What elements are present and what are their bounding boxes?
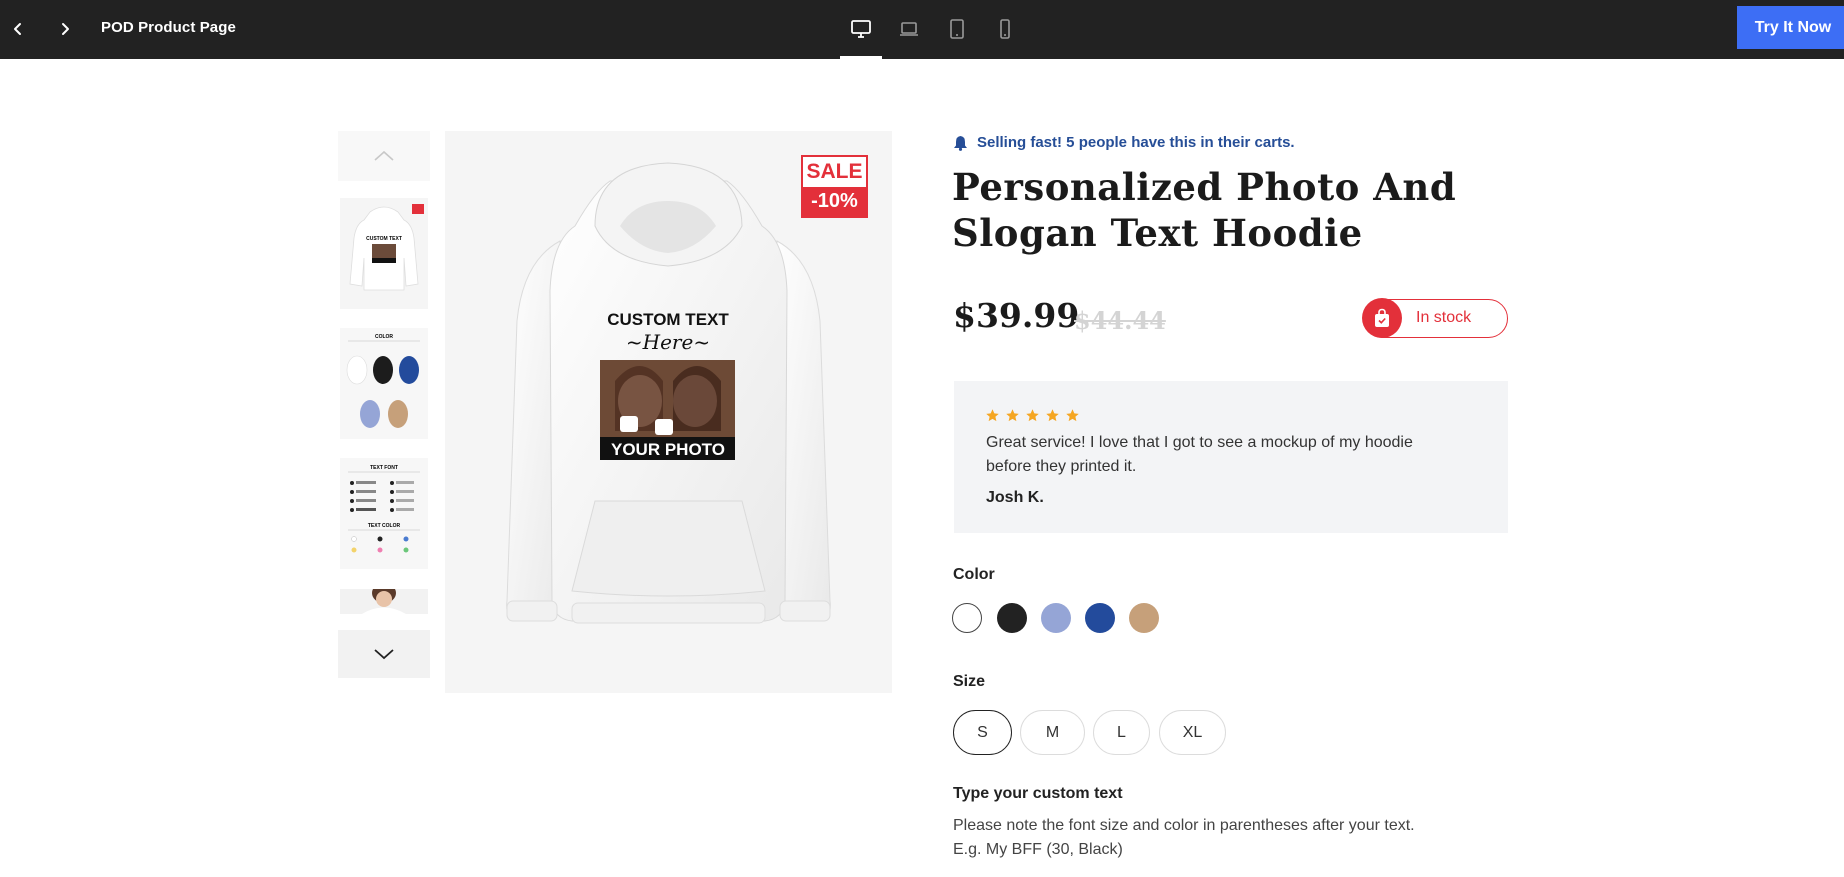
original-price: $44.44 [1074,306,1166,335]
device-desktop-button[interactable] [845,14,877,44]
custom-text-label: Type your custom text [953,785,1123,802]
color-swatch-light-blue[interactable] [1041,603,1071,633]
thumbnail-colors[interactable]: COLOR [340,328,428,439]
stock-status: In stock [1416,309,1472,326]
star-icon [1046,409,1059,422]
color-swatch-white[interactable] [952,603,982,633]
page-name: POD Product Page [101,19,236,36]
device-tablet-button[interactable] [941,14,973,44]
size-option-xl[interactable]: XL [1159,710,1226,755]
color-label: Color [953,566,995,583]
urgency-message: Selling fast! 5 people have this in thei… [953,134,1295,151]
color-swatch-light-brown[interactable] [1129,603,1159,633]
star-icon [986,409,999,422]
top-bar: POD Product Page Try It Now [0,0,1844,59]
stock-badge: In stock [1362,298,1508,338]
size-label: Size [953,673,986,690]
device-laptop-button[interactable] [893,14,925,44]
review-author: Josh K. [986,489,1044,506]
thumbnail-hoodie-image: CUSTOM TEXT [340,198,428,309]
sale-badge: SALE -10% [801,155,868,218]
current-price: $39.99 [953,296,1080,335]
thumbnails-up-button[interactable] [338,131,430,181]
rating-stars [985,408,1080,423]
custom-text-note: Please note the font size and color in p… [953,814,1473,862]
thumbnail-hoodie[interactable]: CUSTOM TEXT [340,198,428,309]
thumbnail-model-image [340,589,428,614]
mobile-icon [1000,19,1010,39]
chevron-right-icon [62,23,69,35]
thumbnail-fonts[interactable]: TEXT FONT TEXT COLOR [340,458,428,569]
desktop-icon [851,20,871,38]
forward-button[interactable] [50,14,80,44]
svg-text:TEXT FONT: TEXT FONT [370,465,398,471]
svg-text:YOUR PHOTO: YOUR PHOTO [611,440,725,459]
size-option-m[interactable]: M [1020,710,1085,755]
laptop-icon [900,22,918,36]
star-icon [1026,409,1039,422]
review-text: Great service! I love that I got to see … [986,434,1413,475]
thumbnail-model[interactable] [340,589,428,614]
svg-text:~Here~: ~Here~ [626,330,710,354]
chevron-up-icon [374,150,394,161]
chevron-left-icon [14,23,21,35]
star-icon [1066,409,1079,422]
svg-text:CUSTOM TEXT: CUSTOM TEXT [366,236,402,242]
review-card: Great service! I love that I got to see … [954,381,1508,533]
active-device-indicator [840,56,882,59]
sale-label: SALE [806,160,863,183]
chevron-down-icon [374,649,394,660]
thumbnails-down-button[interactable] [338,630,430,678]
product-title: Personalized Photo And Slogan Text Hoodi… [952,165,1457,255]
color-swatch-blue[interactable] [1085,603,1115,633]
svg-text:TEXT COLOR: TEXT COLOR [368,523,401,529]
tablet-icon [950,19,964,39]
discount-label: -10% [803,187,866,216]
star-icon [1006,409,1019,422]
thumbnail-colors-image: COLOR [340,328,428,439]
bell-icon [954,135,967,151]
urgency-text: Selling fast! 5 people have this in thei… [977,134,1295,151]
shopping-bag-icon [1362,298,1402,338]
svg-text:COLOR: COLOR [375,334,393,340]
svg-text:CUSTOM TEXT: CUSTOM TEXT [607,310,729,329]
custom-text-note-line-2: E.g. My BFF (30, Black) [953,841,1123,858]
device-mobile-button[interactable] [989,14,1021,44]
size-option-l[interactable]: L [1093,710,1150,755]
size-option-s[interactable]: S [953,710,1012,755]
thumbnail-fonts-image: TEXT FONT TEXT COLOR [340,458,428,569]
try-it-now-button[interactable]: Try It Now [1737,6,1844,49]
custom-text-note-line-1: Please note the font size and color in p… [953,817,1415,834]
back-button[interactable] [3,14,33,44]
color-swatch-black[interactable] [997,603,1027,633]
